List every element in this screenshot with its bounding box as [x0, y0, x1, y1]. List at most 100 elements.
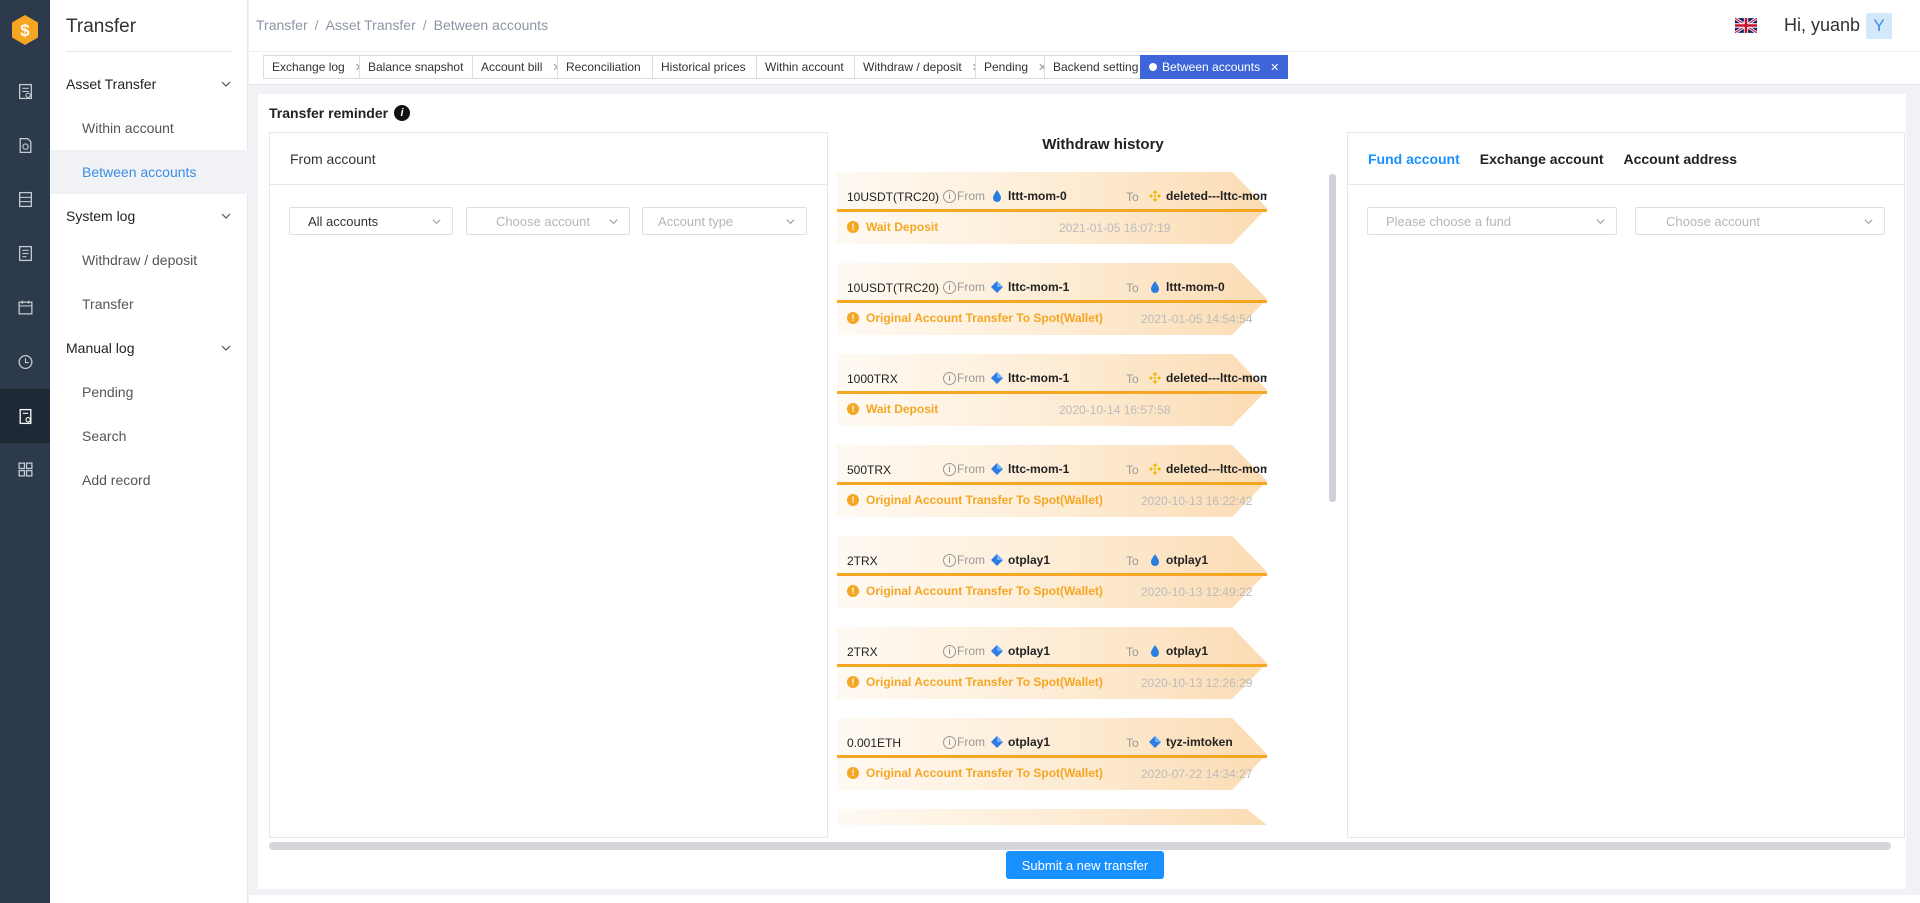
from-label: i From — [943, 189, 985, 203]
transfer-amount: 2TRX — [847, 554, 878, 568]
from-text: From — [957, 735, 985, 749]
tab-between-accounts[interactable]: Between accounts ✕ — [1140, 55, 1289, 79]
tab-account-bill[interactable]: Account bill✕ — [472, 55, 571, 79]
breadcrumb-item[interactable]: Transfer — [256, 17, 308, 33]
sidebar-item-within-account[interactable]: Within account — [50, 106, 248, 150]
history-item[interactable] — [837, 809, 1267, 827]
warning-icon: ! — [847, 312, 859, 324]
history-icon[interactable] — [13, 349, 37, 373]
from-account-name: lttt-mom-0 — [1008, 189, 1067, 203]
chevron-down-icon — [221, 345, 231, 351]
info-icon: i — [943, 553, 956, 567]
icon-rail: $ — [0, 0, 50, 903]
sidebar-item-withdraw-deposit[interactable]: Withdraw / deposit — [50, 238, 248, 282]
chevron-down-icon — [432, 219, 441, 225]
breadcrumb-item[interactable]: Asset Transfer — [326, 17, 416, 33]
info-icon: i — [943, 371, 956, 385]
chevron-down-icon — [1864, 219, 1873, 225]
sidebar-item-search[interactable]: Search — [50, 414, 248, 458]
transfer-amount: 10USDT(TRC20) — [847, 281, 940, 295]
tab-label: Exchange log — [272, 60, 345, 74]
destination-tabs: Fund account Exchange account Account ad… — [1348, 133, 1904, 185]
grid-icon[interactable] — [13, 457, 37, 481]
sidebar-item-between-accounts[interactable]: Between accounts — [50, 150, 248, 194]
menu-group-asset-transfer[interactable]: Asset Transfer — [66, 73, 232, 95]
footer-strip — [249, 895, 1920, 903]
to-account: deleted---lttc-mom-2 — [1148, 462, 1267, 476]
to-label: To — [1126, 281, 1139, 295]
page-title: Transfer reminder i — [269, 105, 411, 121]
history-item[interactable]: 10USDT(TRC20) i From lttt-mom-0 To delete… — [837, 172, 1267, 244]
transfer-doc-icon[interactable] — [0, 389, 50, 443]
warning-icon: ! — [847, 494, 859, 506]
bill-icon[interactable] — [13, 241, 37, 265]
close-icon[interactable]: ✕ — [1270, 61, 1279, 74]
document-icon[interactable] — [13, 133, 37, 157]
to-label: To — [1126, 190, 1139, 204]
tab-fund-account[interactable]: Fund account — [1368, 151, 1460, 167]
vertical-scrollbar[interactable] — [1329, 174, 1336, 502]
warning-icon: ! — [847, 767, 859, 779]
breadcrumb-item: Between accounts — [433, 17, 549, 33]
all-accounts-select[interactable]: All accounts — [289, 207, 453, 235]
choose-account-select[interactable]: Choose account — [466, 207, 630, 235]
report-icon[interactable] — [13, 79, 37, 103]
drop-icon — [993, 190, 1001, 202]
uk-flag-icon[interactable] — [1735, 18, 1757, 33]
top-header: Transfer / Asset Transfer / Between accounts… — [249, 0, 1920, 52]
tab-label: Backend setting — [1053, 60, 1139, 74]
item-divider — [837, 755, 1267, 758]
tab-label: Reconciliation — [566, 60, 641, 74]
avatar[interactable]: Y — [1866, 13, 1892, 39]
tab-exchange-account[interactable]: Exchange account — [1480, 151, 1604, 167]
status-label: Original Account Transfer To Spot(Wallet… — [866, 766, 1103, 780]
from-account: lttc-mom-1 — [990, 280, 1069, 294]
from-label: i From — [943, 644, 985, 658]
from-label: i From — [943, 280, 985, 294]
from-account-name: otplay1 — [1008, 553, 1051, 567]
history-item[interactable]: 2TRX i From otplay1 To otplay1 ! Original … — [837, 536, 1267, 608]
diamond-icon — [991, 372, 1003, 384]
to-account-name: otplay1 — [1166, 553, 1209, 567]
info-icon[interactable]: i — [394, 105, 411, 121]
horizontal-scrollbar[interactable] — [269, 842, 1891, 850]
binance-icon — [1149, 463, 1161, 475]
history-item[interactable]: 10USDT(TRC20) i From lttc-mom-1 To lttt-m… — [837, 263, 1267, 335]
account-type-select[interactable]: Account type — [642, 207, 807, 235]
history-item[interactable]: 2TRX i From otplay1 To otplay1 ! Original … — [837, 627, 1267, 699]
status-label: Wait Deposit — [866, 402, 939, 416]
tabs-bar: Exchange log✕ Balance snapshot ✕ Account … — [249, 52, 1920, 85]
ledger-icon[interactable] — [13, 187, 37, 211]
choose-account-select[interactable]: Choose account — [1635, 207, 1885, 235]
item-ribbon — [837, 809, 1267, 825]
to-account: tyz-imtoken — [1148, 735, 1233, 749]
history-item[interactable]: 500TRX i From lttc-mom-1 To deleted---ltt… — [837, 445, 1267, 517]
info-icon: i — [943, 735, 956, 749]
status-label: Original Account Transfer To Spot(Wallet… — [866, 493, 1103, 507]
sidebar-item-add-record[interactable]: Add record — [50, 458, 248, 502]
menu-group-label: Asset Transfer — [66, 76, 157, 92]
history-item[interactable]: 0.001ETH i From otplay1 To tyz-imtoken ! O… — [837, 718, 1267, 790]
history-item[interactable]: 1000TRX i From lttc-mom-1 To deleted---lt… — [837, 354, 1267, 426]
main-card: Transfer reminder i From account All acc… — [258, 94, 1906, 889]
from-text: From — [957, 644, 985, 658]
sidebar-item-pending[interactable]: Pending — [50, 370, 248, 414]
item-divider — [837, 573, 1267, 576]
tab-withdraw-deposit[interactable]: Withdraw / deposit✕ — [854, 55, 990, 79]
calendar-icon[interactable] — [13, 295, 37, 319]
to-account: lttt-mom-0 — [1148, 280, 1225, 294]
drop-icon — [1151, 281, 1159, 293]
warning-icon: ! — [847, 221, 859, 233]
menu-group-system-log[interactable]: System log — [66, 205, 232, 227]
tab-account-address[interactable]: Account address — [1623, 151, 1737, 167]
binance-icon — [1149, 190, 1161, 202]
tab-exchange-log[interactable]: Exchange log✕ — [263, 55, 373, 79]
to-label: To — [1126, 554, 1139, 568]
timestamp: 2021-01-05 14:54:54 — [1141, 312, 1253, 326]
fund-select[interactable]: Please choose a fund — [1367, 207, 1617, 235]
menu-group-manual-log[interactable]: Manual log — [66, 337, 232, 359]
withdraw-history-list[interactable]: 10USDT(TRC20) i From lttt-mom-0 To delete… — [837, 172, 1267, 827]
sidebar-item-transfer[interactable]: Transfer — [50, 282, 248, 326]
coin-logo-icon[interactable]: $ — [9, 14, 41, 46]
submit-transfer-button[interactable]: Submit a new transfer — [1006, 851, 1164, 879]
